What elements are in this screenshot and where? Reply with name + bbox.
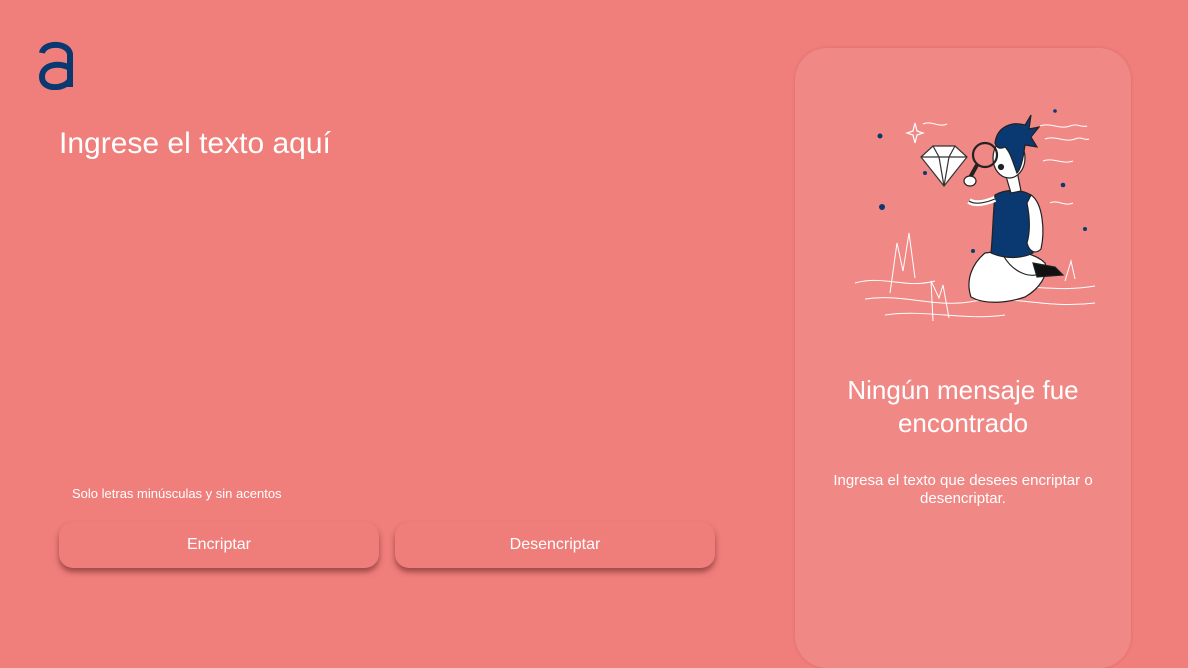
result-text: Ingresa el texto que desees encriptar o … (833, 472, 1093, 507)
encrypt-button[interactable]: Encriptar (59, 522, 379, 568)
person-with-magnifying-glass-illustration (854, 109, 1096, 322)
input-hint: Solo letras minúsculas y sin acentos (72, 486, 282, 502)
result-title: Ningún mensaje fue encontrado (847, 375, 1079, 438)
alura-logo-icon (38, 41, 73, 90)
result-panel: Ningún mensaje fue encontrado Ingresa el… (795, 48, 1131, 668)
text-input[interactable] (59, 124, 719, 454)
encrypt-button-label: Encriptar (186, 536, 252, 553)
decrypt-button-label: Desencriptar (509, 536, 601, 553)
hint-text: Solo letras minúsculas y sin acentos (72, 486, 282, 501)
decrypt-button[interactable]: Desencriptar (395, 522, 715, 568)
